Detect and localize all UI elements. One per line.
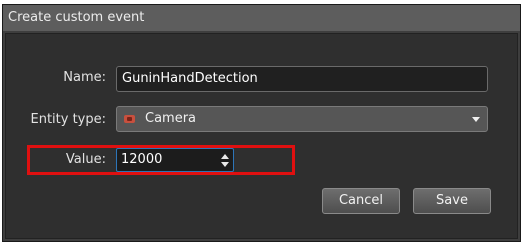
name-field[interactable]: GuninHandDetection — [116, 66, 488, 92]
chevron-down-icon — [472, 117, 480, 122]
save-button[interactable]: Save — [413, 188, 491, 214]
dialog-title: Create custom event — [3, 5, 520, 31]
cancel-button[interactable]: Cancel — [322, 188, 400, 214]
value-highlight-box — [27, 145, 295, 175]
camera-icon — [124, 115, 135, 123]
name-label: Name: — [63, 70, 106, 85]
entity-type-select[interactable]: Camera — [116, 106, 488, 132]
entity-type-value: Camera — [145, 111, 197, 126]
entity-type-label: Entity type: — [30, 112, 106, 127]
